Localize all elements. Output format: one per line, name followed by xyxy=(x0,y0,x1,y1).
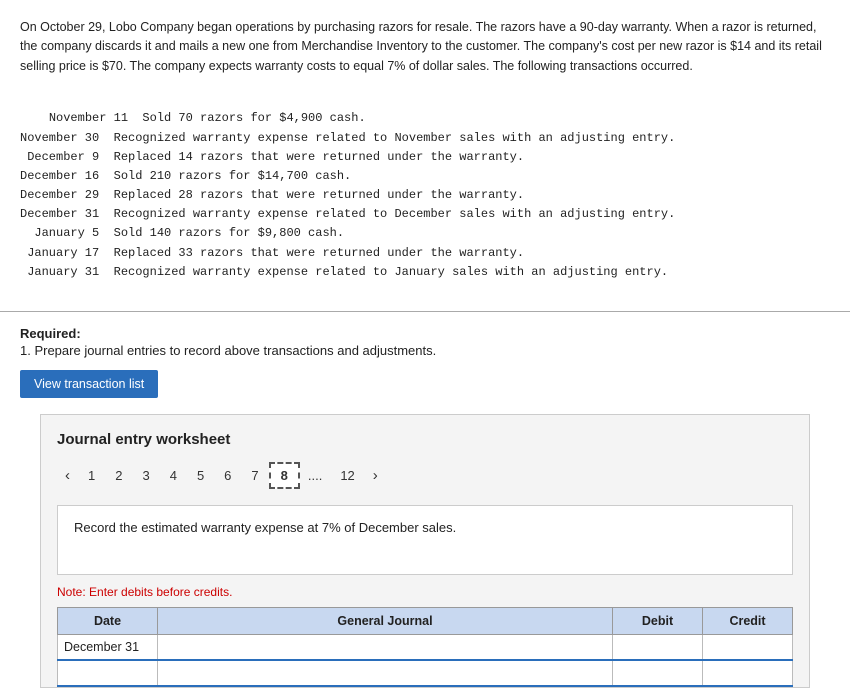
note-text: Note: Enter debits before credits. xyxy=(57,585,793,599)
description-paragraph: On October 29, Lobo Company began operat… xyxy=(20,18,830,76)
page-6[interactable]: 6 xyxy=(214,464,241,487)
required-label: Required: xyxy=(20,326,830,341)
table-row: December 31 xyxy=(58,635,793,661)
worksheet-title: Journal entry worksheet xyxy=(57,431,793,448)
journal-entry-worksheet: Journal entry worksheet ‹ 1 2 3 4 5 6 7 … xyxy=(40,414,810,688)
page-4[interactable]: 4 xyxy=(160,464,187,487)
page-12[interactable]: 12 xyxy=(330,464,364,487)
page-3[interactable]: 3 xyxy=(132,464,159,487)
debit-input-1[interactable] xyxy=(613,635,702,659)
page-5[interactable]: 5 xyxy=(187,464,214,487)
col-header-credit: Credit xyxy=(703,608,793,635)
credit-cell-1[interactable] xyxy=(703,635,793,661)
journal-table: Date General Journal Debit Credit Decemb… xyxy=(57,607,793,687)
credit-cell-2[interactable] xyxy=(703,660,793,686)
general-journal-cell-2[interactable] xyxy=(158,660,613,686)
credit-input-1[interactable] xyxy=(703,635,792,659)
debit-cell-2[interactable] xyxy=(613,660,703,686)
transaction-1: November 11 Sold 70 razors for $4,900 ca… xyxy=(20,111,675,279)
required-sub: 1. Prepare journal entries to record abo… xyxy=(20,343,830,358)
page-2[interactable]: 2 xyxy=(105,464,132,487)
instruction-box: Record the estimated warranty expense at… xyxy=(57,505,793,575)
top-section: On October 29, Lobo Company began operat… xyxy=(0,0,850,312)
general-journal-input-2[interactable] xyxy=(158,661,612,685)
transactions-list: November 11 Sold 70 razors for $4,900 ca… xyxy=(20,90,830,301)
credit-input-2[interactable] xyxy=(703,661,792,685)
next-page-button[interactable]: › xyxy=(365,463,386,488)
page-1[interactable]: 1 xyxy=(78,464,105,487)
date-cell-2 xyxy=(58,660,158,686)
col-header-date: Date xyxy=(58,608,158,635)
prev-page-button[interactable]: ‹ xyxy=(57,463,78,488)
page-8[interactable]: 8 xyxy=(269,462,300,489)
pagination: ‹ 1 2 3 4 5 6 7 8 .... 12 › xyxy=(57,462,793,489)
view-transaction-list-button[interactable]: View transaction list xyxy=(20,370,158,398)
col-header-debit: Debit xyxy=(613,608,703,635)
instruction-text: Record the estimated warranty expense at… xyxy=(74,520,456,535)
required-section: Required: 1. Prepare journal entries to … xyxy=(0,312,850,698)
general-journal-input-1[interactable] xyxy=(158,635,612,659)
page-7[interactable]: 7 xyxy=(241,464,268,487)
date-cell-1: December 31 xyxy=(58,635,158,661)
debit-input-2[interactable] xyxy=(613,661,702,685)
page-dots: .... xyxy=(300,464,330,487)
debit-cell-1[interactable] xyxy=(613,635,703,661)
general-journal-cell-1[interactable] xyxy=(158,635,613,661)
col-header-general-journal: General Journal xyxy=(158,608,613,635)
table-row-2 xyxy=(58,660,793,686)
